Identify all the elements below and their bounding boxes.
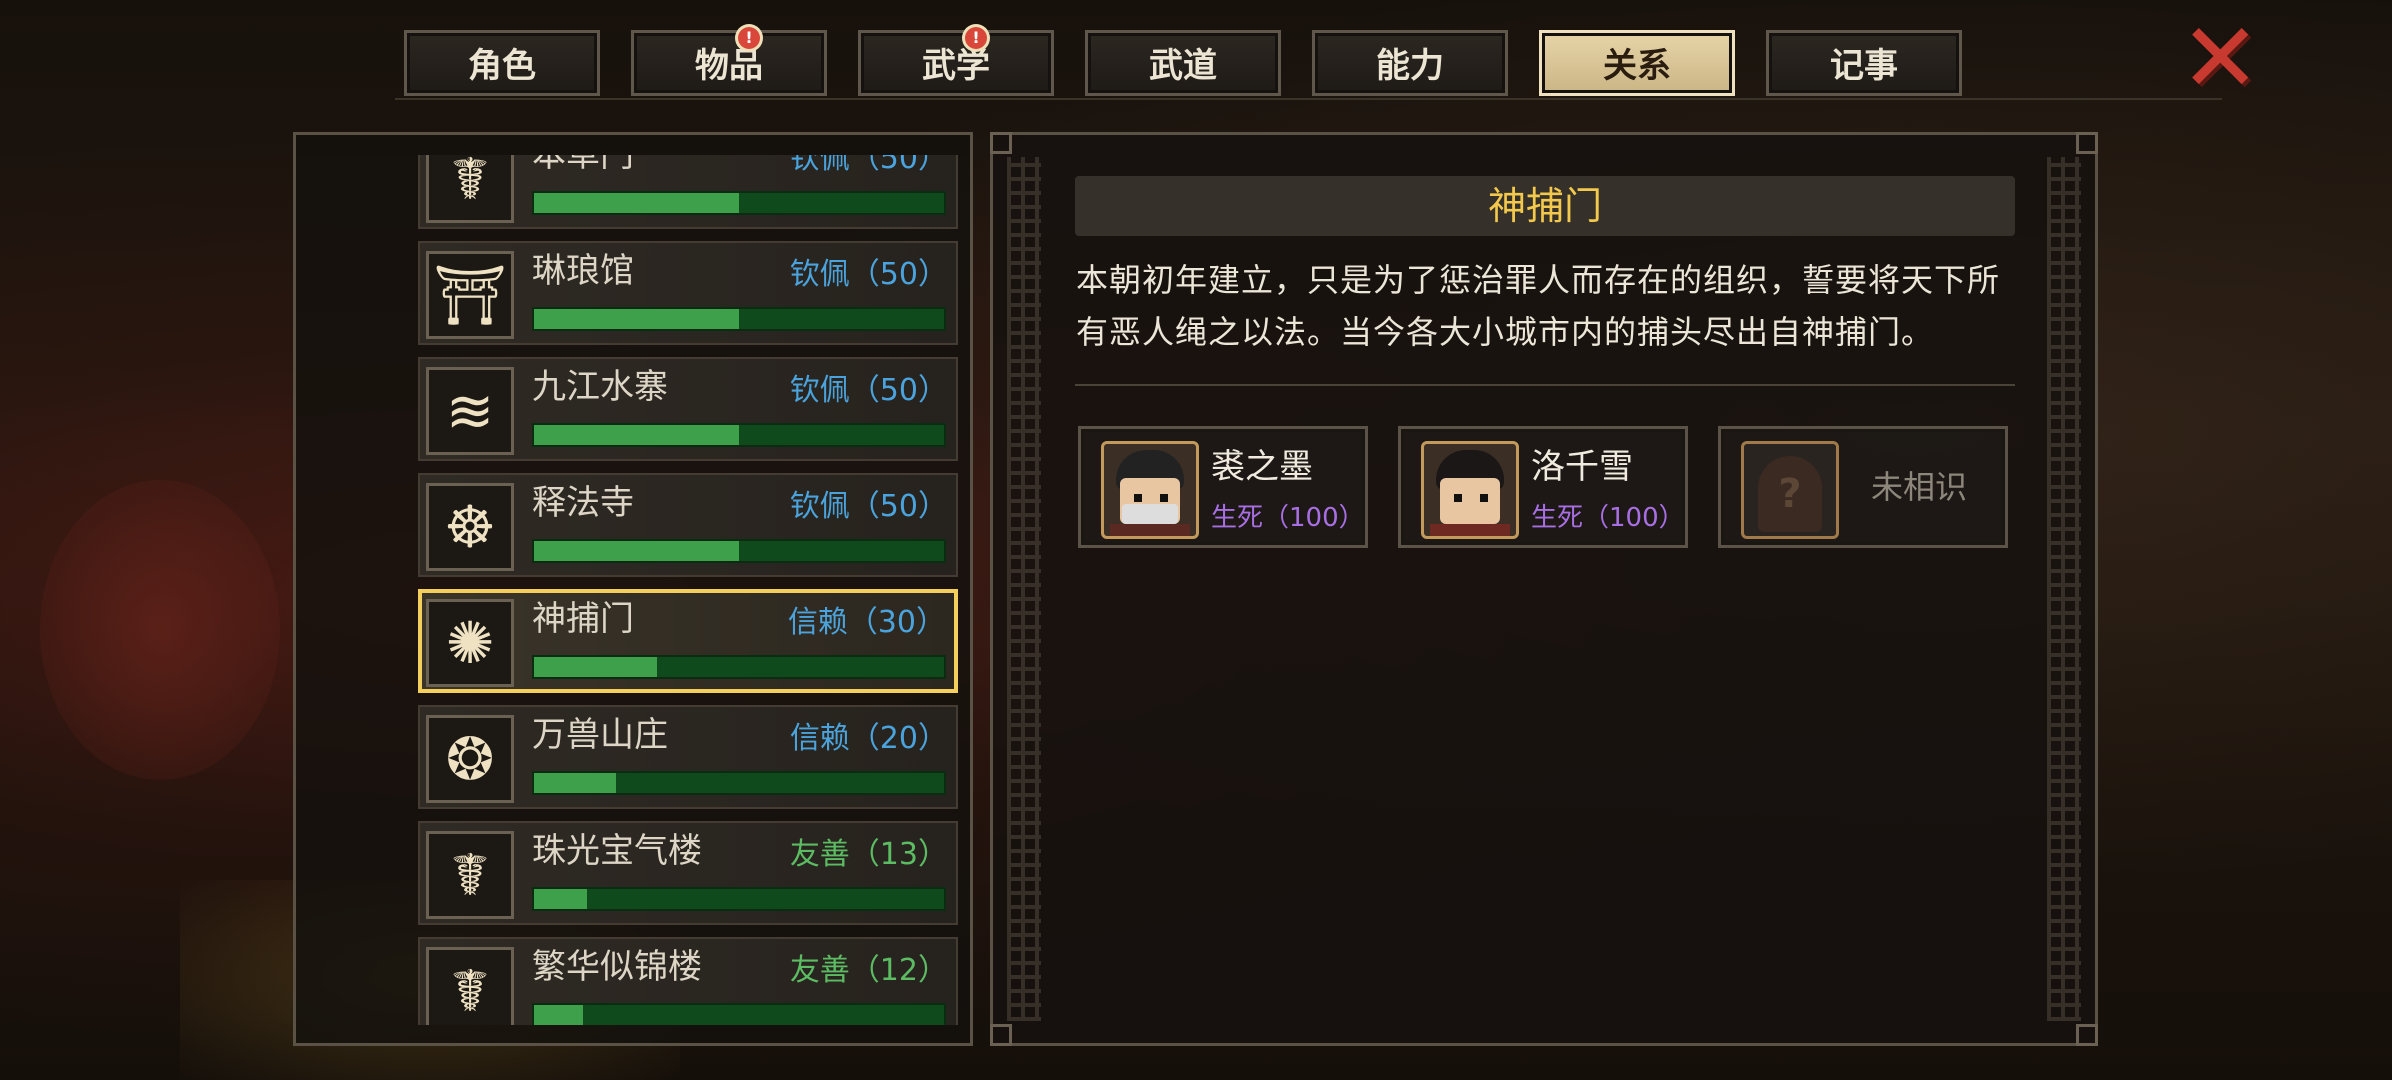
reputation-bar-fill xyxy=(534,425,739,445)
character-portrait xyxy=(1421,441,1519,539)
tab-journal[interactable]: 记事 xyxy=(1766,30,1962,96)
faction-name: 万兽山庄 xyxy=(532,715,668,755)
faction-status: 钦佩（50） xyxy=(789,373,948,408)
member-card[interactable]: 洛千雪 生死（100） xyxy=(1398,426,1688,548)
pavilion-emblem-icon: ⛩ xyxy=(426,251,514,339)
faction-row-selected[interactable]: ✺ 神捕门 信赖（30） xyxy=(418,589,958,693)
reputation-bar xyxy=(532,655,946,679)
alert-badge-icon: ! xyxy=(738,27,760,49)
reputation-bar xyxy=(532,307,946,331)
faction-list-scroll[interactable]: ☤ 本草门 钦佩（50） ⛩ 琳琅馆 钦佩（50） ≋ 九江水寨 钦佩（50） … xyxy=(300,155,966,1025)
faction-row[interactable]: ⛩ 琳琅馆 钦佩（50） xyxy=(418,241,958,345)
faction-name: 本草门 xyxy=(532,155,634,175)
tab-martial-arts[interactable]: 武学! xyxy=(858,27,1054,96)
meander-border-left xyxy=(1007,157,1041,1021)
reputation-bar-fill xyxy=(534,193,739,213)
caduceus-emblem-icon: ☤ xyxy=(426,155,514,223)
member-name: 裘之墨 xyxy=(1211,447,1313,487)
faction-row[interactable]: ≋ 九江水寨 钦佩（50） xyxy=(418,357,958,461)
faction-status: 信赖（30） xyxy=(787,605,946,640)
background-lantern-glow xyxy=(40,480,280,780)
reputation-bar xyxy=(532,191,946,215)
faction-status: 信赖（20） xyxy=(789,721,948,756)
eye-sun-emblem-icon: ✺ xyxy=(426,599,514,687)
reputation-bar xyxy=(532,1003,946,1025)
faction-row[interactable]: ❂ 万兽山庄 信赖（20） xyxy=(418,705,958,809)
beast-emblem-icon: ❂ xyxy=(426,715,514,803)
reputation-bar xyxy=(532,771,946,795)
faction-status: 友善（13） xyxy=(789,837,948,872)
tab-items[interactable]: 物品! xyxy=(631,27,827,96)
faction-row[interactable]: ☤ 珠光宝气楼 友善（13） xyxy=(418,821,958,925)
caduceus-emblem-icon: ☤ xyxy=(426,831,514,919)
frame-corner xyxy=(2076,132,2098,154)
faction-name: 九江水寨 xyxy=(532,367,668,407)
buddha-emblem-icon: ☸ xyxy=(426,483,514,571)
faction-description: 本朝初年建立，只是为了惩治罪人而存在的组织，誓要将天下所有恶人绳之以法。当今各大… xyxy=(1076,261,2001,351)
tab-bar-underline xyxy=(395,98,2222,100)
tab-character[interactable]: 角色 xyxy=(404,30,600,96)
caduceus-emblem-icon: ☤ xyxy=(426,947,514,1025)
meander-border-right xyxy=(2047,157,2081,1021)
reputation-bar-fill xyxy=(534,889,588,909)
faction-status: 钦佩（50） xyxy=(789,257,948,292)
faction-name: 繁华似锦楼 xyxy=(532,947,702,987)
member-relation: 生死（100） xyxy=(1211,503,1365,533)
close-x-icon[interactable]: ✕ xyxy=(2180,10,2260,106)
faction-name: 琳琅馆 xyxy=(532,251,634,291)
faction-status: 友善（12） xyxy=(789,953,948,988)
frame-corner xyxy=(990,1024,1012,1046)
faction-detail-title: 神捕门 xyxy=(1487,184,1602,228)
faction-name: 珠光宝气楼 xyxy=(532,831,702,871)
member-relation: 生死（100） xyxy=(1531,503,1685,533)
faction-row[interactable]: ☤ 本草门 钦佩（50） xyxy=(418,155,958,229)
faction-status: 钦佩（50） xyxy=(789,489,948,524)
faction-row[interactable]: ☸ 释法寺 钦佩（50） xyxy=(418,473,958,577)
tab-abilities[interactable]: 能力 xyxy=(1312,30,1508,96)
member-card[interactable]: 裘之墨 生死（100） xyxy=(1078,426,1368,548)
reputation-bar-fill xyxy=(534,1005,584,1025)
detail-divider xyxy=(1075,384,2015,386)
faction-name: 释法寺 xyxy=(532,483,634,523)
faction-status: 钦佩（50） xyxy=(789,155,948,176)
tab-martial-way[interactable]: 武道 xyxy=(1085,30,1281,96)
faction-name: 神捕门 xyxy=(532,599,634,639)
reputation-bar-fill xyxy=(534,773,616,793)
character-portrait xyxy=(1101,441,1199,539)
member-unknown-label: 未相识 xyxy=(1871,468,1968,506)
reputation-bar-fill xyxy=(534,541,739,561)
reputation-bar xyxy=(532,887,946,911)
unknown-portrait-icon: ? xyxy=(1741,441,1839,539)
tab-relations[interactable]: 关系 xyxy=(1539,30,1735,96)
frame-corner xyxy=(2076,1024,2098,1046)
member-name: 洛千雪 xyxy=(1531,447,1633,487)
reputation-bar-fill xyxy=(534,657,657,677)
water-fort-emblem-icon: ≋ xyxy=(426,367,514,455)
member-card-unknown[interactable]: ? 未相识 xyxy=(1718,426,2008,548)
faction-row[interactable]: ☤ 繁华似锦楼 友善（12） xyxy=(418,937,958,1025)
reputation-bar xyxy=(532,423,946,447)
reputation-bar xyxy=(532,539,946,563)
reputation-bar-fill xyxy=(534,309,739,329)
alert-badge-icon: ! xyxy=(965,27,987,49)
frame-corner xyxy=(990,132,1012,154)
